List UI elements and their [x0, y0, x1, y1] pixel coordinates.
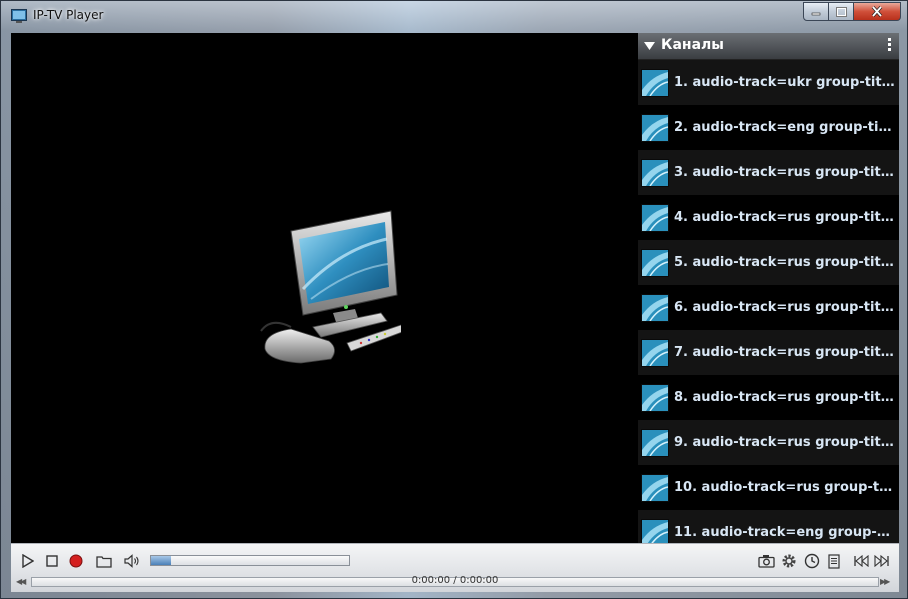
scheduler-button[interactable]	[803, 552, 821, 570]
play-icon	[22, 554, 34, 568]
window-title: IP-TV Player	[33, 8, 104, 22]
settings-button[interactable]	[780, 552, 798, 570]
maximize-button[interactable]	[829, 2, 854, 21]
seek-row: ◀◀ 0:00:00 / 0:00:00 ▶▶	[11, 575, 899, 589]
channel-icon	[641, 428, 669, 457]
channel-icon	[641, 293, 669, 322]
player-controls: ◀◀ 0:00:00 / 0:00:00 ▶▶	[11, 543, 899, 592]
document-icon	[828, 553, 840, 569]
snapshot-button[interactable]	[757, 552, 775, 570]
title-bar[interactable]: IP-TV Player	[1, 1, 907, 31]
channel-label: 5. audio-track=rus group-title=...	[674, 255, 896, 270]
channel-label: 3. audio-track=rus group-title=...	[674, 165, 896, 180]
channel-icon	[641, 473, 669, 502]
previous-channel-button[interactable]	[852, 552, 870, 570]
volume-fill	[151, 556, 171, 565]
maximize-icon	[835, 6, 847, 17]
channel-item[interactable]: 6. audio-track=rus group-title=...	[638, 285, 899, 330]
channel-icon	[641, 68, 669, 97]
channel-item[interactable]: 1. audio-track=ukr group-title=...	[638, 60, 899, 105]
channel-icon	[641, 383, 669, 412]
mute-button[interactable]	[123, 552, 141, 570]
stop-button[interactable]	[43, 552, 61, 570]
stop-icon	[46, 555, 58, 567]
camera-icon	[757, 555, 775, 568]
channel-icon	[641, 518, 669, 543]
channel-label: 9. audio-track=rus group-title=...	[674, 435, 896, 450]
program-guide-button[interactable]	[825, 552, 843, 570]
play-button[interactable]	[19, 552, 37, 570]
channel-item[interactable]: 3. audio-track=rus group-title=...	[638, 150, 899, 195]
channel-label: 10. audio-track=rus group-title...	[674, 480, 896, 495]
channel-icon	[641, 338, 669, 367]
clock-icon	[804, 553, 820, 569]
channels-panel: Каналы 1. audio-track=ukr group-title=..…	[638, 33, 899, 543]
channel-item[interactable]: 2. audio-track=eng group-title=...	[638, 105, 899, 150]
minimize-icon	[811, 12, 821, 15]
folder-icon	[96, 556, 112, 568]
channel-item[interactable]: 11. audio-track=eng group-title...	[638, 510, 899, 543]
time-display: 0:00:00 / 0:00:00	[411, 575, 499, 586]
next-channel-button[interactable]	[873, 552, 891, 570]
gear-icon	[782, 554, 796, 568]
channel-item[interactable]: 7. audio-track=rus group-title=...	[638, 330, 899, 375]
next-icon	[874, 555, 889, 567]
speaker-icon	[124, 554, 139, 568]
app-window: IP-TV Player Каналы 1. audio-track=ukr g…	[0, 0, 908, 599]
channel-label: 6. audio-track=rus group-title=...	[674, 300, 896, 315]
channel-label: 8. audio-track=rus group-title=...	[674, 390, 896, 405]
video-display[interactable]	[11, 33, 638, 543]
close-button[interactable]	[854, 2, 901, 21]
channel-item[interactable]: 4. audio-track=rus group-title=...	[638, 195, 899, 240]
channel-item[interactable]: 5. audio-track=rus group-title=...	[638, 240, 899, 285]
channel-label: 7. audio-track=rus group-title=...	[674, 345, 896, 360]
record-button[interactable]	[67, 552, 85, 570]
channel-label: 11. audio-track=eng group-title...	[674, 525, 896, 540]
minimize-button[interactable]	[803, 2, 829, 21]
channel-item[interactable]: 10. audio-track=rus group-title...	[638, 465, 899, 510]
channel-label: 4. audio-track=rus group-title=...	[674, 210, 896, 225]
previous-icon	[854, 555, 869, 567]
close-icon	[871, 6, 883, 17]
record-icon	[69, 554, 83, 568]
app-icon	[11, 9, 27, 23]
volume-slider[interactable]	[150, 555, 350, 566]
channel-item[interactable]: 9. audio-track=rus group-title=...	[638, 420, 899, 465]
channel-icon	[641, 248, 669, 277]
vertical-dots-icon[interactable]	[888, 38, 892, 54]
channel-item[interactable]: 8. audio-track=rus group-title=...	[638, 375, 899, 420]
channel-icon	[641, 158, 669, 187]
channel-label: 1. audio-track=ukr group-title=...	[674, 75, 896, 90]
channels-title: Каналы	[661, 37, 724, 53]
channel-list: 1. audio-track=ukr group-title=... 2. au…	[638, 60, 899, 543]
fast-forward-icon[interactable]: ▶▶	[880, 577, 890, 586]
channels-header[interactable]: Каналы	[638, 33, 899, 60]
channel-icon	[641, 203, 669, 232]
window-controls	[803, 2, 901, 22]
open-file-button[interactable]	[95, 552, 113, 570]
tv-set-illustration	[260, 210, 401, 364]
channel-label: 2. audio-track=eng group-title=...	[674, 120, 896, 135]
triangle-down-icon[interactable]	[644, 42, 655, 50]
channel-icon	[641, 113, 669, 142]
